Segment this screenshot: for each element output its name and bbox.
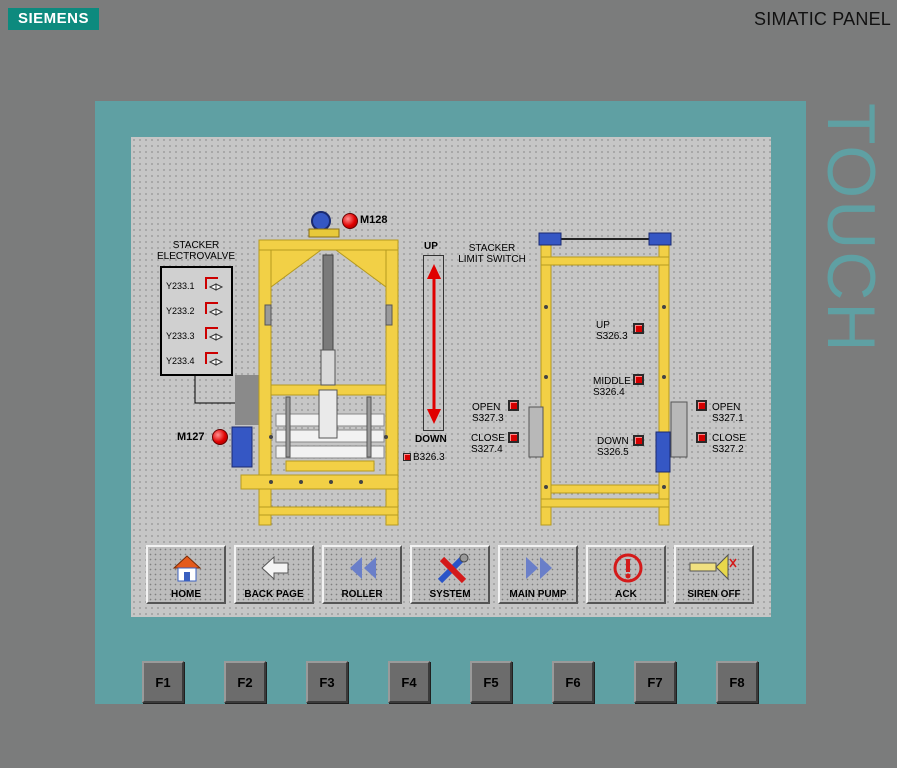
back-page-button[interactable]: BACK PAGE [234, 545, 314, 604]
f7-key[interactable]: F7 [634, 661, 676, 703]
limit-switch-title: STACKER LIMIT SWITCH [458, 243, 526, 265]
valve-y2334: Y233.4 [166, 352, 224, 366]
valve-icon [205, 352, 224, 366]
up-label: UP [424, 241, 438, 252]
switch-down-label: DOWN S326.5 [597, 436, 629, 458]
f3-key[interactable]: F3 [306, 661, 348, 703]
down-label: DOWN [415, 434, 447, 445]
motor-m127-label: M127 [177, 431, 205, 443]
f8-key[interactable]: F8 [716, 661, 758, 703]
sensor-b3263-led [403, 453, 411, 461]
switch-middle-label: MIDDLE S326.4 [593, 376, 631, 398]
electrovalve-panel: Y233.1 Y233.2 Y233.3 Y233.4 [160, 266, 233, 376]
switch-open-left-label: OPEN S327.3 [472, 402, 504, 424]
back-arrow-icon [261, 555, 289, 581]
f5-key[interactable]: F5 [470, 661, 512, 703]
switch-down-led [633, 435, 644, 446]
switch-close-right-label: CLOSE S327.2 [712, 433, 746, 455]
valve-y2333: Y233.3 [166, 327, 224, 341]
f2-key[interactable]: F2 [224, 661, 266, 703]
siemens-logo: SIEMENS [8, 8, 99, 30]
motor-m128-label: M128 [360, 214, 388, 226]
hmi-screen: M128 M127 STACKER ELECTROVALVE Y233.1 Y2… [131, 137, 771, 617]
main-pump-button[interactable]: MAIN PUMP [498, 545, 578, 604]
valve-icon [205, 277, 224, 291]
switch-open-left-led [508, 400, 519, 411]
switch-close-left-led [508, 432, 519, 443]
system-button[interactable]: SYSTEM [410, 545, 490, 604]
touch-label: TOUCH [813, 103, 882, 353]
switch-open-right-led [696, 400, 707, 411]
motor-m128-indicator [342, 213, 358, 229]
f6-key[interactable]: F6 [552, 661, 594, 703]
valve-y2331: Y233.1 [166, 277, 224, 291]
electrovalve-title: STACKER ELECTROVALVE [157, 240, 235, 262]
roller-button[interactable]: ROLLER [322, 545, 402, 604]
alarm-ack-icon [613, 553, 643, 583]
switch-middle-led [633, 374, 644, 385]
ack-button[interactable]: ACK [586, 545, 666, 604]
fast-forward-icon [526, 557, 552, 579]
switch-open-right-label: OPEN S327.1 [712, 402, 744, 424]
tools-icon [437, 553, 469, 584]
updown-gauge [423, 255, 444, 431]
siren-off-button[interactable]: SIREN OFF [674, 545, 754, 604]
rewind-icon [350, 557, 376, 579]
valve-y2332: Y233.2 [166, 302, 224, 316]
valve-icon [205, 302, 224, 316]
f1-key[interactable]: F1 [142, 661, 184, 703]
home-icon [172, 555, 202, 582]
f4-key[interactable]: F4 [388, 661, 430, 703]
sensor-b3263-label: B326.3 [413, 452, 445, 463]
switch-up-led [633, 323, 644, 334]
motor-m127-indicator [212, 429, 228, 445]
switch-close-right-led [696, 432, 707, 443]
siren-icon [689, 553, 737, 581]
switch-close-left-label: CLOSE S327.4 [471, 433, 505, 455]
valve-icon [205, 327, 224, 341]
home-button[interactable]: HOME [146, 545, 226, 604]
panel-title: SIMATIC PANEL [754, 9, 891, 29]
switch-up-label: UP S326.3 [596, 320, 628, 342]
